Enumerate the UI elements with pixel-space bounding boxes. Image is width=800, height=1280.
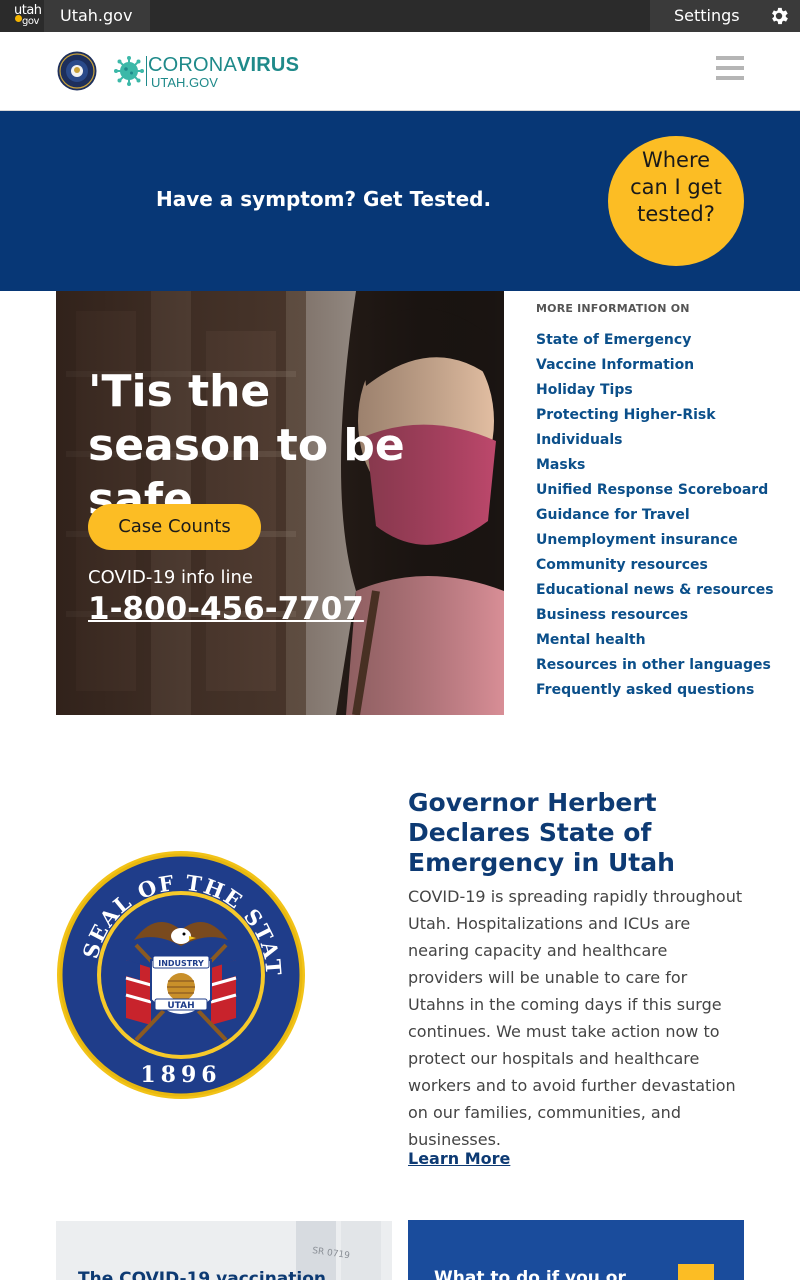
seal-year: 1896 xyxy=(140,1062,221,1088)
hamburger-icon[interactable] xyxy=(716,56,744,82)
seal-industry: INDUSTRY xyxy=(158,959,204,968)
what-to-do-card[interactable]: What to do if you or xyxy=(408,1220,744,1280)
where-to-test-button[interactable]: Where can I get tested? xyxy=(608,136,744,266)
brand-divider xyxy=(146,56,147,86)
site-header: CORONAVIRUS UTAH.GOV xyxy=(0,32,800,111)
brand-title: CORONAVIRUS xyxy=(148,54,299,76)
settings-label: Settings xyxy=(674,6,740,25)
vaccination-card-title: The COVID-19 vaccination xyxy=(78,1269,327,1280)
case-counts-button[interactable]: Case Counts xyxy=(88,504,261,550)
seal-utah: UTAH xyxy=(167,1001,194,1011)
info-link-business[interactable]: Business resources xyxy=(536,603,776,628)
info-link-masks[interactable]: Masks xyxy=(536,453,776,478)
gear-icon xyxy=(772,7,788,25)
coronavirus-icon xyxy=(114,56,144,86)
info-link-unemployment[interactable]: Unemployment insurance xyxy=(536,528,776,553)
more-information-heading: MORE INFORMATION ON xyxy=(536,302,690,315)
logo-dot xyxy=(15,15,22,22)
brand-title-bold: VIRUS xyxy=(236,54,300,76)
state-seal-icon[interactable] xyxy=(57,51,97,91)
settings-button[interactable]: Settings xyxy=(650,0,800,32)
hamburger-line xyxy=(716,66,744,70)
info-link-mental-health[interactable]: Mental health xyxy=(536,628,776,653)
info-link-languages[interactable]: Resources in other languages xyxy=(536,653,776,678)
brand-subtitle: UTAH.GOV xyxy=(151,75,218,90)
hero-section: 'Tis the season to be safe Case Counts C… xyxy=(56,291,504,715)
article-body: COVID-19 is spreading rapidly throughout… xyxy=(408,887,743,1149)
learn-more-link[interactable]: Learn More xyxy=(408,1149,510,1168)
testing-banner: Have a symptom? Get Tested. Where can I … xyxy=(0,111,800,291)
utility-bar: utah gov Utah.gov Settings xyxy=(0,0,800,32)
info-link-scoreboard[interactable]: Unified Response Scoreboard xyxy=(536,478,776,503)
info-line-phone[interactable]: 1-800-456-7707 xyxy=(88,591,364,627)
info-link-travel[interactable]: Guidance for Travel xyxy=(536,503,776,528)
what-to-do-card-title: What to do if you or xyxy=(434,1268,626,1280)
info-link-vaccine-information[interactable]: Vaccine Information xyxy=(536,353,776,378)
info-link-community[interactable]: Community resources xyxy=(536,553,776,578)
info-link-educational[interactable]: Educational news & resources xyxy=(536,578,776,603)
info-link-holiday-tips[interactable]: Holiday Tips xyxy=(536,378,776,403)
card-badge xyxy=(678,1264,714,1280)
coronavirus-brand[interactable]: CORONAVIRUS UTAH.GOV xyxy=(146,54,299,90)
utah-gov-link[interactable]: Utah.gov xyxy=(44,0,150,32)
hamburger-line xyxy=(716,76,744,80)
info-line-label: COVID-19 info line xyxy=(88,567,253,588)
more-information-list: MORE INFORMATION ON State of Emergency V… xyxy=(536,302,776,703)
info-link-faq[interactable]: Frequently asked questions xyxy=(536,678,776,703)
utah-gov-logo[interactable]: utah gov xyxy=(14,4,44,27)
info-link-higher-risk[interactable]: Protecting Higher-Risk Individuals xyxy=(536,403,776,453)
banner-text: Have a symptom? Get Tested. xyxy=(156,187,492,211)
vaccination-card[interactable]: SR 0719 The COVID-19 vaccination xyxy=(56,1221,392,1280)
brand-title-light: CORONA xyxy=(148,54,237,76)
hero-title: 'Tis the season to be safe xyxy=(88,366,405,525)
info-link-state-of-emergency[interactable]: State of Emergency xyxy=(536,328,776,353)
hamburger-line xyxy=(716,56,744,60)
seal-1847: 1847 xyxy=(175,1014,188,1020)
article-title[interactable]: Governor Herbert Declares State of Emerg… xyxy=(408,788,748,878)
great-seal-image: THE GREAT SEAL OF THE STATE OF UTAH 1896… xyxy=(56,850,305,1099)
